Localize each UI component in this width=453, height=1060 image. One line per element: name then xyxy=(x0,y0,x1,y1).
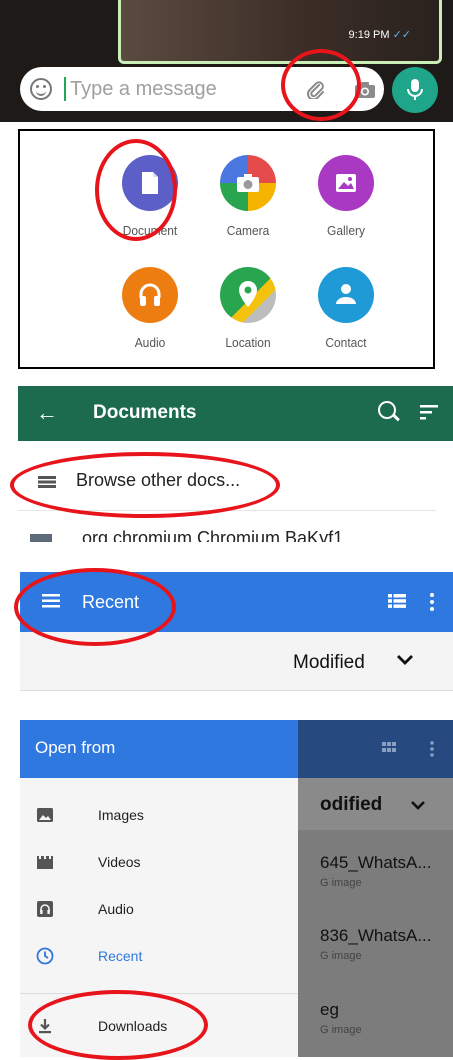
chat-panel: 9:19 PM ✓✓ xyxy=(0,0,453,122)
list-item[interactable]: org.chromium.Chromium.BaKyf1 xyxy=(30,522,430,542)
message-input-bar xyxy=(20,67,384,111)
attach-label: Document xyxy=(122,223,178,238)
gallery-icon xyxy=(318,155,374,211)
more-vert-icon xyxy=(430,741,434,757)
mic-icon xyxy=(407,79,423,100)
grid-view-icon xyxy=(382,742,396,752)
mic-button[interactable] xyxy=(392,67,438,113)
background-list-item: 645_WhatsA... G image xyxy=(320,853,432,889)
drawer-header: Open from xyxy=(20,720,298,778)
attach-label: Camera xyxy=(226,223,270,238)
browse-label: Browse other docs... xyxy=(76,470,241,490)
background-list-item: 836_WhatsA... G image xyxy=(320,926,432,962)
list-view-icon[interactable] xyxy=(388,594,406,608)
drawer-item-audio[interactable]: Audio xyxy=(20,886,298,934)
attach-label: Location xyxy=(225,335,271,350)
contact-icon xyxy=(318,267,374,323)
drawer-item-downloads[interactable]: Downloads xyxy=(20,1003,298,1051)
back-arrow-icon[interactable]: ← xyxy=(36,400,58,426)
attach-gallery-button[interactable]: Gallery xyxy=(296,155,396,238)
attach-audio-button[interactable]: Audio xyxy=(100,267,200,350)
chevron-down-icon xyxy=(411,801,425,810)
image-icon xyxy=(37,808,53,822)
background-sort-label: odified xyxy=(320,794,383,815)
video-icon xyxy=(37,856,53,869)
headphones-icon xyxy=(122,267,178,323)
download-icon xyxy=(39,1019,51,1034)
documents-app-bar: ← Documents xyxy=(18,386,453,441)
search-icon[interactable] xyxy=(378,401,396,419)
recent-app-bar: Recent xyxy=(20,572,453,632)
sort-icon[interactable] xyxy=(420,404,440,420)
file-icon xyxy=(30,534,52,542)
drawer-item-images[interactable]: Images xyxy=(20,792,298,840)
sort-bar[interactable]: Modified xyxy=(20,632,453,691)
drawer-title: Open from xyxy=(35,738,116,757)
camera-icon xyxy=(220,155,276,211)
emoji-icon[interactable] xyxy=(30,78,52,100)
sort-label: Modified xyxy=(293,652,365,673)
page-title: Recent xyxy=(82,592,140,612)
message-timestamp: 9:19 PM ✓✓ xyxy=(348,29,411,41)
attachment-menu: Document Camera Gallery Audio Location C… xyxy=(18,129,435,369)
open-from-drawer: Open from Images Videos Audio Recent Dow… xyxy=(20,720,298,1057)
list-icon xyxy=(38,476,56,488)
attach-camera-button[interactable]: Camera xyxy=(198,155,298,238)
location-pin-icon xyxy=(220,267,276,323)
more-vert-icon[interactable] xyxy=(430,592,434,612)
attach-label: Audio xyxy=(134,335,166,350)
attach-contact-button[interactable]: Contact xyxy=(296,267,396,350)
browse-other-docs-item[interactable]: Browse other docs... xyxy=(18,450,436,511)
attach-document-button[interactable]: Document xyxy=(100,155,200,238)
paperclip-icon[interactable] xyxy=(305,79,325,99)
video-message-bubble[interactable]: 9:19 PM ✓✓ xyxy=(118,0,442,64)
clock-icon xyxy=(36,947,54,965)
message-input[interactable] xyxy=(70,78,270,100)
menu-icon[interactable] xyxy=(42,594,60,608)
camera-icon[interactable] xyxy=(354,81,376,99)
attach-label: Gallery xyxy=(327,223,365,238)
chevron-down-icon xyxy=(397,655,413,665)
text-cursor xyxy=(64,77,66,101)
page-title: Documents xyxy=(93,402,197,423)
divider xyxy=(20,993,298,994)
drawer-item-recent[interactable]: Recent xyxy=(20,933,298,981)
document-icon xyxy=(122,155,178,211)
drawer-item-videos[interactable]: Videos xyxy=(20,839,298,887)
background-list-item: eg G image xyxy=(320,1000,362,1036)
attach-label: Contact xyxy=(325,335,367,350)
audio-icon xyxy=(37,901,53,917)
attach-location-button[interactable]: Location xyxy=(198,267,298,350)
file-name: org.chromium.Chromium.BaKyf1 xyxy=(82,528,344,542)
